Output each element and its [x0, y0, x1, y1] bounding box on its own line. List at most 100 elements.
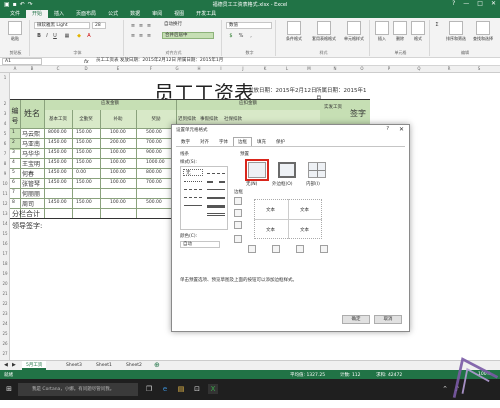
row-header[interactable]: 13 [0, 211, 10, 216]
percent-icon[interactable]: % [238, 33, 244, 39]
row-header[interactable]: 1 [0, 75, 10, 80]
border-diagonal-up-button[interactable] [234, 235, 242, 243]
next-sheet-icon[interactable]: ▶ [12, 362, 16, 368]
task-view-icon[interactable]: ❐ [144, 384, 154, 394]
border-left-button[interactable] [248, 245, 256, 253]
align-top-icon[interactable]: ≡ [130, 23, 136, 29]
delete-cells-button[interactable]: 删除 [392, 21, 408, 42]
column-header[interactable]: D [72, 66, 100, 71]
column-header[interactable]: Q [404, 66, 434, 71]
line-style-option[interactable] [184, 181, 202, 182]
row-header[interactable]: 27 [0, 351, 10, 356]
border-right-button[interactable] [296, 245, 304, 253]
border-diagonal-down-button[interactable] [320, 245, 328, 253]
insert-cells-button[interactable]: 插入 [374, 21, 390, 42]
row-header[interactable]: 4 [0, 121, 10, 126]
row-header[interactable]: 21 [0, 291, 10, 296]
line-style-option[interactable] [207, 197, 225, 199]
align-bottom-icon[interactable]: ≡ [146, 23, 152, 29]
line-style-option[interactable] [207, 205, 225, 208]
sheet-tab[interactable]: Sheet1 [92, 361, 116, 370]
sort-filter-button[interactable]: 排序和筛选 [444, 21, 468, 42]
align-left-icon[interactable]: ≡ [130, 33, 136, 39]
tab-file[interactable]: 文件 [4, 10, 26, 18]
row-header[interactable]: 3 [0, 111, 10, 116]
store-icon[interactable]: ⊡ [192, 384, 202, 394]
color-dropdown[interactable]: 自动 [180, 241, 220, 248]
close-button[interactable]: ✕ [491, 0, 496, 7]
row-header[interactable]: 7 [0, 151, 10, 156]
currency-icon[interactable]: $ [228, 33, 234, 39]
column-header[interactable]: I [210, 66, 232, 71]
row-header[interactable]: 2 [0, 101, 10, 106]
edge-icon[interactable]: e [160, 384, 170, 394]
column-header[interactable]: M [298, 66, 320, 71]
font-color-icon[interactable]: A [86, 33, 92, 39]
row-header[interactable]: 26 [0, 341, 10, 346]
column-header[interactable]: A [10, 66, 20, 71]
column-header[interactable]: E [100, 66, 136, 71]
row-header[interactable]: 16 [0, 241, 10, 246]
wrap-text-button[interactable]: 自动换行 [162, 22, 206, 29]
number-format-dropdown[interactable]: 数值 [226, 22, 272, 29]
row-header[interactable]: 10 [0, 181, 10, 186]
paste-button[interactable]: 粘贴 [6, 21, 24, 42]
row-header[interactable]: 20 [0, 281, 10, 286]
column-header[interactable]: S [464, 66, 494, 71]
border-top-button[interactable] [234, 197, 242, 205]
dialog-close-button[interactable]: ✕ [399, 126, 404, 133]
row-header[interactable]: 19 [0, 271, 10, 276]
column-header[interactable]: H [188, 66, 210, 71]
column-header[interactable]: F [136, 66, 166, 71]
row-header[interactable]: 15 [0, 231, 10, 236]
format-as-table-button[interactable]: 套用表格格式 [310, 21, 338, 42]
tab-page-layout[interactable]: 页面布局 [70, 10, 102, 18]
column-header[interactable]: O [350, 66, 374, 71]
column-header[interactable]: L [276, 66, 298, 71]
name-box[interactable]: A1 [2, 58, 42, 65]
column-header[interactable]: J [232, 66, 254, 71]
row-header[interactable]: 6 [0, 141, 10, 146]
row-header[interactable]: 12 [0, 201, 10, 206]
ok-button[interactable]: 确定 [342, 315, 370, 324]
column-header[interactable]: K [254, 66, 276, 71]
border-bottom-button[interactable] [234, 221, 242, 229]
find-select-button[interactable]: 查找和选择 [470, 21, 496, 42]
cortana-search-box[interactable]: 我是 Cortana，小娜。有问题尽管问我。 [18, 383, 138, 396]
line-style-option[interactable] [184, 205, 202, 206]
align-right-icon[interactable]: ≡ [146, 33, 152, 39]
fill-color-icon[interactable]: ◆ [76, 33, 82, 39]
autosum-icon[interactable]: Σ [434, 22, 440, 28]
fx-icon[interactable]: fx [84, 59, 89, 65]
border-icon[interactable]: ▦ [64, 33, 70, 39]
comma-icon[interactable]: , [248, 33, 254, 39]
tab-developer[interactable]: 开发工具 [190, 10, 222, 18]
column-header[interactable]: C [44, 66, 72, 71]
tab-home[interactable]: 开始 [26, 10, 49, 18]
preset-inside-button[interactable] [308, 162, 326, 178]
excel-taskbar-icon[interactable]: X [208, 384, 218, 394]
add-sheet-icon[interactable]: ⊕ [154, 361, 160, 369]
help-button[interactable]: ? [452, 0, 455, 7]
bold-icon[interactable]: B [36, 33, 42, 39]
cancel-button[interactable]: 取消 [374, 315, 402, 324]
line-style-option[interactable] [207, 189, 225, 190]
cell-styles-button[interactable]: 单元格样式 [340, 21, 368, 42]
font-size-dropdown[interactable]: 28 [92, 22, 106, 29]
border-center-button[interactable] [272, 245, 280, 253]
tab-review[interactable]: 审阅 [146, 10, 168, 18]
line-style-option[interactable] [207, 181, 225, 183]
row-header[interactable]: 5 [0, 131, 10, 136]
dialog-help-button[interactable]: ? [386, 126, 389, 132]
preset-none-button[interactable] [245, 159, 269, 181]
row-header[interactable]: 22 [0, 301, 10, 306]
tab-data[interactable]: 数据 [124, 10, 146, 18]
column-header[interactable]: P [374, 66, 404, 71]
row-header[interactable]: 17 [0, 251, 10, 256]
column-header[interactable]: B [20, 66, 44, 71]
start-icon[interactable]: ⊞ [4, 384, 14, 394]
line-style-option[interactable] [207, 173, 225, 174]
maximize-button[interactable]: □ [477, 0, 483, 7]
row-header[interactable]: 18 [0, 261, 10, 266]
font-name-dropdown[interactable]: 微软雅黑 Light [34, 22, 90, 29]
